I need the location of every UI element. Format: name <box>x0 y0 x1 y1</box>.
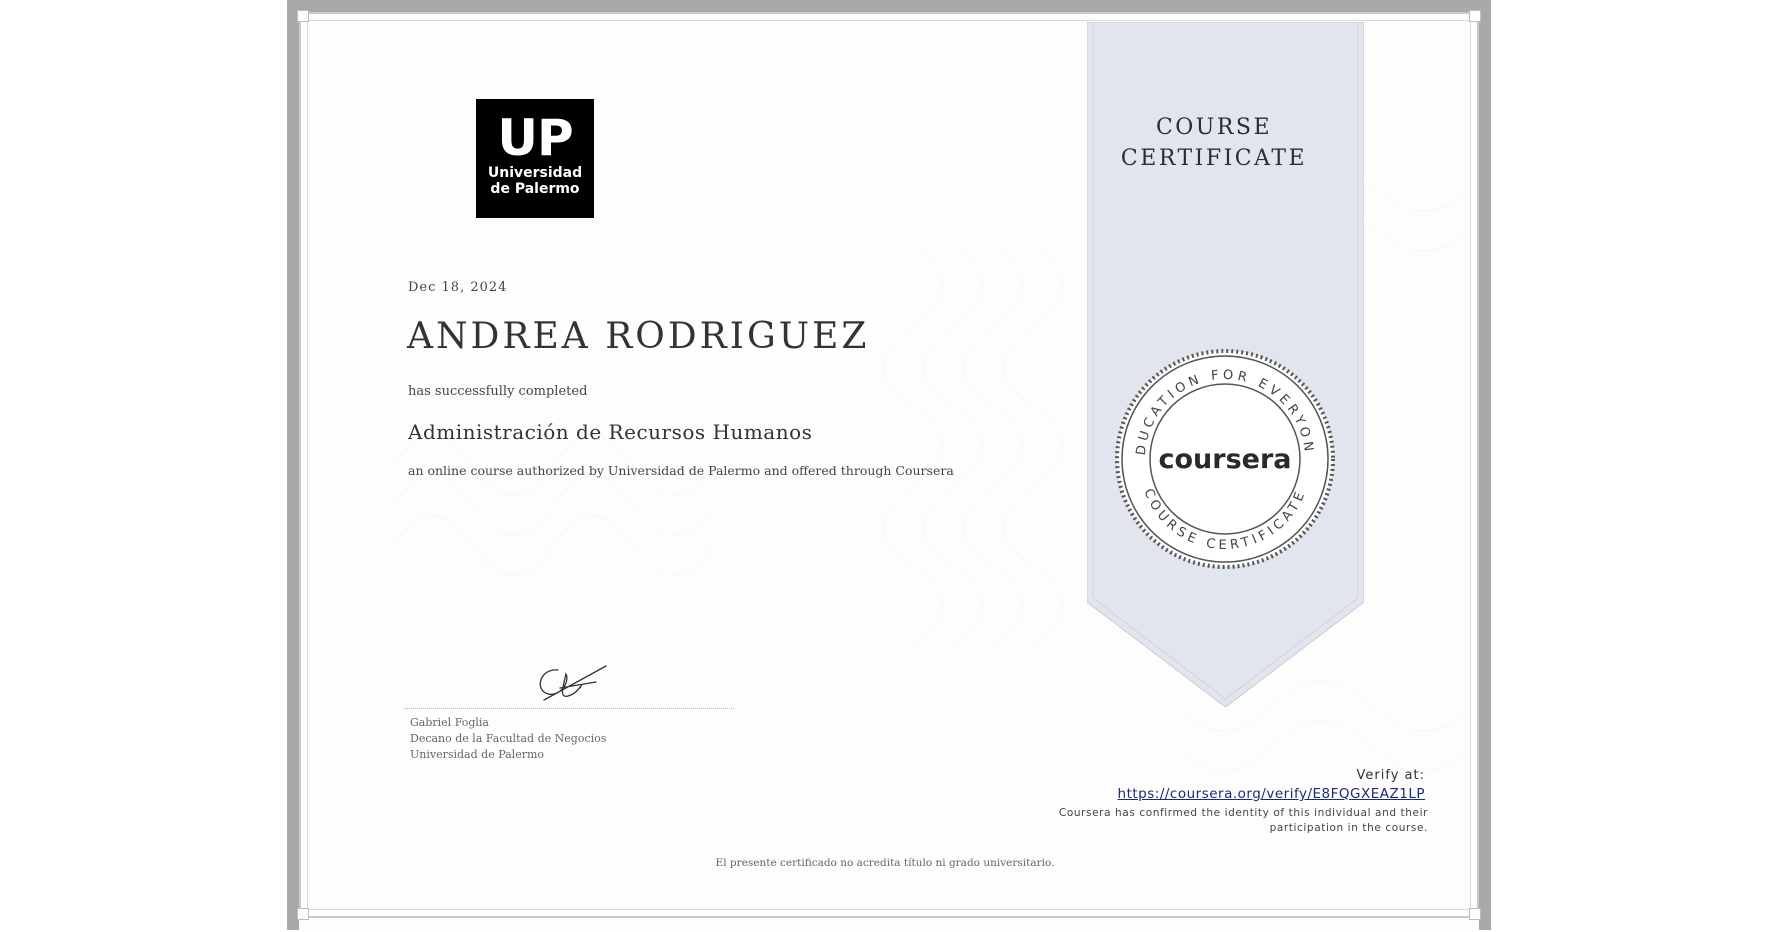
signer-name: Gabriel Foglia <box>410 716 489 729</box>
disclaimer-text: El presente certificado no acredita títu… <box>715 857 1055 869</box>
completed-text: has successfully completed <box>408 384 588 399</box>
signature-image <box>539 665 607 701</box>
frame-corner-bottom-left <box>297 908 309 920</box>
certificate-date: Dec 18, 2024 <box>408 280 508 295</box>
logo-up-text: UP <box>497 109 573 167</box>
verify-note: Coursera has confirmed the identity of t… <box>990 806 1428 836</box>
ribbon-title-line1: COURSE <box>1155 115 1273 140</box>
verify-block: Verify at: https://coursera.org/verify/E… <box>1000 768 1425 802</box>
logo-line1: Universidad <box>487 165 583 181</box>
frame-corner-bottom-right <box>1469 908 1481 920</box>
frame-corner-top-left <box>297 10 309 22</box>
verify-link[interactable]: https://coursera.org/verify/E8FQGXEAZ1LP <box>1118 786 1425 802</box>
course-title: Administración de Recursos Humanos <box>408 420 813 444</box>
logo-line2: de Palermo <box>490 181 580 197</box>
coursera-seal: EDUCATION FOR EVERYONE COURSE CERTIFICAT… <box>1112 346 1335 569</box>
signer-institution: Universidad de Palermo <box>410 748 545 761</box>
signer-title: Decano de la Facultad de Negocios <box>410 732 607 745</box>
signer-block: Gabriel Foglia Decano de la Facultad de … <box>410 715 606 763</box>
seal-brand-text: coursera <box>1158 444 1291 475</box>
verify-note-line1: Coursera has confirmed the identity of t… <box>1058 807 1428 819</box>
ribbon-title-line2: CERTIFICATE <box>1120 146 1308 171</box>
authorized-text: an online course authorized by Universid… <box>408 463 954 478</box>
university-logo: UP Universidad de Palermo <box>476 99 594 218</box>
verify-label: Verify at: <box>1356 768 1425 783</box>
ribbon-title: COURSE CERTIFICATE <box>1087 112 1341 174</box>
signature-line <box>404 708 734 709</box>
verify-note-line2: participation in the course. <box>1269 822 1428 834</box>
recipient-name: ANDREA RODRIGUEZ <box>407 316 870 357</box>
frame-corner-top-right <box>1469 10 1481 22</box>
